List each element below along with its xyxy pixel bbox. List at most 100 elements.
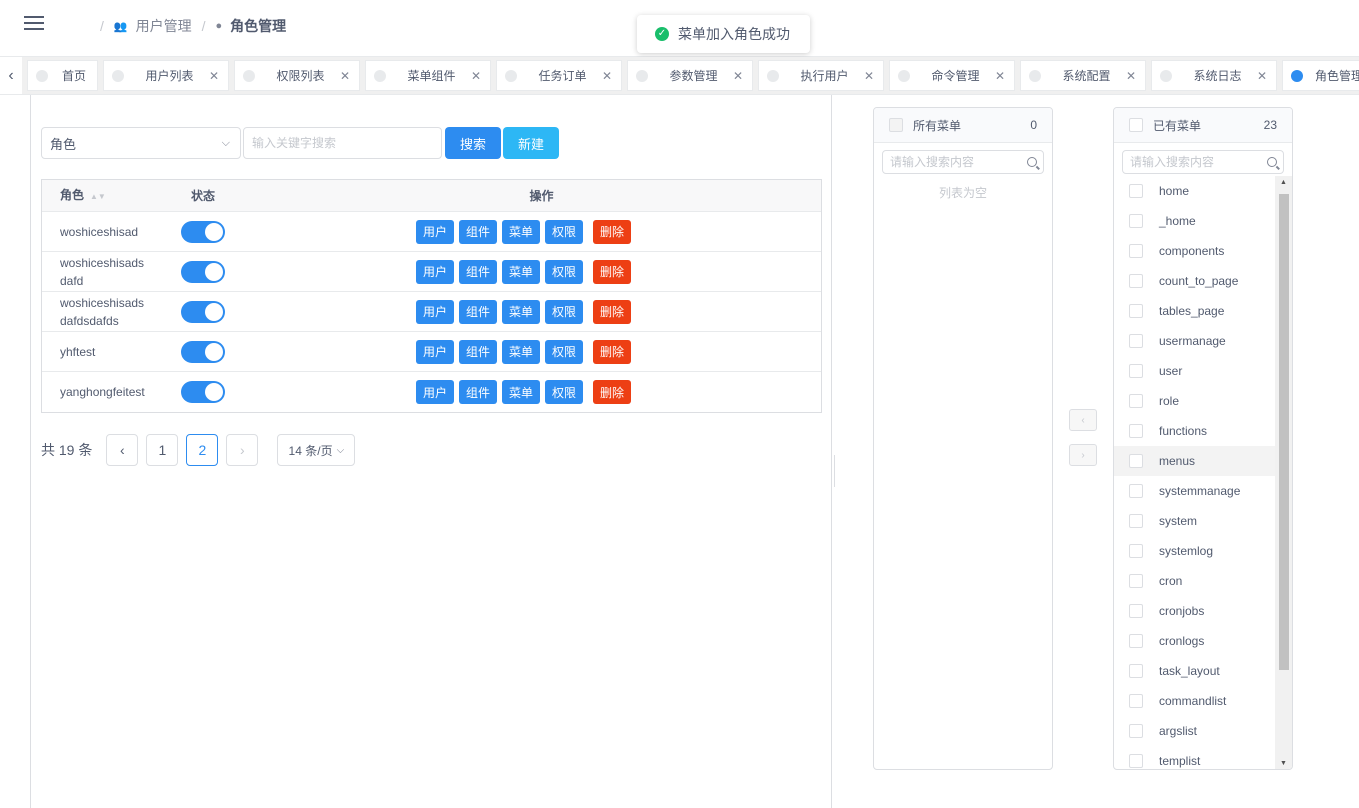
user-button[interactable]: 用户	[415, 259, 454, 284]
tab-commands[interactable]: 命令管理 ✕	[889, 60, 1015, 91]
item-checkbox[interactable]	[1129, 754, 1143, 768]
tab-system-config[interactable]: 系统配置 ✕	[1020, 60, 1146, 91]
page-1-button[interactable]: 1	[146, 434, 179, 466]
component-button[interactable]: 组件	[458, 380, 497, 404]
user-button[interactable]: 用户	[415, 299, 454, 324]
tab-user-list[interactable]: 用户列表 ✕	[103, 60, 229, 91]
item-checkbox[interactable]	[1129, 394, 1143, 408]
list-item[interactable]: systemmanage	[1114, 476, 1276, 506]
sort-icon[interactable]: ▲▼	[90, 192, 106, 201]
list-item[interactable]: commandlist	[1114, 686, 1276, 716]
permission-button[interactable]: 权限	[545, 219, 584, 244]
menu-button[interactable]: 菜单	[501, 259, 540, 284]
tabs-scroll-left-icon[interactable]: ‹	[0, 57, 22, 94]
tab-task-orders[interactable]: 任务订单 ✕	[496, 60, 622, 91]
item-checkbox[interactable]	[1129, 214, 1143, 228]
list-item[interactable]: count_to_page	[1114, 266, 1276, 296]
list-item[interactable]: user	[1114, 356, 1276, 386]
menu-button[interactable]: 菜单	[501, 219, 540, 244]
status-toggle[interactable]	[181, 260, 225, 283]
tab-exec-users[interactable]: 执行用户 ✕	[758, 60, 884, 91]
list-item[interactable]: cronjobs	[1114, 596, 1276, 626]
search-field-select[interactable]: 角色 ⌵	[41, 127, 241, 159]
component-button[interactable]: 组件	[458, 259, 497, 284]
scroll-up-icon[interactable]: ▲	[1275, 176, 1292, 190]
target-search-input[interactable]	[1130, 155, 1267, 169]
delete-button[interactable]: 删除	[593, 299, 632, 324]
item-checkbox[interactable]	[1129, 274, 1143, 288]
close-icon[interactable]: ✕	[340, 69, 350, 83]
user-button[interactable]: 用户	[415, 380, 454, 404]
tab-menu-components[interactable]: 菜单组件 ✕	[365, 60, 491, 91]
list-item[interactable]: templist	[1114, 746, 1276, 769]
item-checkbox[interactable]	[1129, 574, 1143, 588]
tab-permission-list[interactable]: 权限列表 ✕	[234, 60, 360, 91]
user-button[interactable]: 用户	[415, 219, 454, 244]
list-item[interactable]: menus	[1114, 446, 1276, 476]
list-item[interactable]: home	[1114, 176, 1276, 206]
breadcrumb-item-user-management[interactable]: 👥 用户管理	[114, 16, 192, 36]
scroll-down-icon[interactable]: ▼	[1275, 757, 1292, 769]
select-all-checkbox[interactable]	[1129, 118, 1143, 132]
status-toggle[interactable]	[181, 340, 225, 363]
list-item[interactable]: functions	[1114, 416, 1276, 446]
new-button[interactable]: 新建	[503, 127, 559, 159]
list-item[interactable]: components	[1114, 236, 1276, 266]
close-icon[interactable]: ✕	[733, 69, 743, 83]
page-2-button[interactable]: 2	[186, 434, 219, 466]
item-checkbox[interactable]	[1129, 694, 1143, 708]
list-item[interactable]: _home	[1114, 206, 1276, 236]
close-icon[interactable]: ✕	[209, 69, 219, 83]
page-size-select[interactable]: 14 条/页 ⌵	[277, 434, 356, 466]
close-icon[interactable]: ✕	[995, 69, 1005, 83]
item-checkbox[interactable]	[1129, 454, 1143, 468]
prev-page-button[interactable]: ‹	[106, 434, 139, 466]
move-left-button[interactable]: ‹	[1069, 409, 1097, 431]
component-button[interactable]: 组件	[458, 219, 497, 244]
permission-button[interactable]: 权限	[545, 380, 584, 404]
item-checkbox[interactable]	[1129, 364, 1143, 378]
source-search-input[interactable]	[890, 155, 1027, 169]
tab-home[interactable]: 首页	[27, 60, 98, 91]
close-icon[interactable]: ✕	[471, 69, 481, 83]
menu-button[interactable]: 菜单	[501, 299, 540, 324]
user-button[interactable]: 用户	[415, 339, 454, 364]
scrollbar-thumb[interactable]	[1279, 194, 1289, 670]
tab-system-log[interactable]: 系统日志 ✕	[1151, 60, 1277, 91]
next-page-button[interactable]: ›	[226, 434, 259, 466]
status-toggle[interactable]	[181, 300, 225, 323]
item-checkbox[interactable]	[1129, 664, 1143, 678]
item-checkbox[interactable]	[1129, 304, 1143, 318]
component-button[interactable]: 组件	[458, 299, 497, 324]
list-item[interactable]: cronlogs	[1114, 626, 1276, 656]
status-toggle[interactable]	[181, 381, 225, 403]
item-checkbox[interactable]	[1129, 484, 1143, 498]
list-item[interactable]: cron	[1114, 566, 1276, 596]
item-checkbox[interactable]	[1129, 544, 1143, 558]
close-icon[interactable]: ✕	[864, 69, 874, 83]
keyword-search-input[interactable]	[243, 127, 442, 159]
select-all-checkbox[interactable]	[889, 118, 903, 132]
list-item[interactable]: argslist	[1114, 716, 1276, 746]
move-right-button[interactable]: ›	[1069, 444, 1097, 466]
delete-button[interactable]: 删除	[593, 259, 632, 284]
list-item[interactable]: task_layout	[1114, 656, 1276, 686]
tab-role-management[interactable]: 角色管理	[1282, 60, 1359, 91]
close-icon[interactable]: ✕	[1257, 69, 1267, 83]
delete-button[interactable]: 删除	[593, 219, 632, 244]
list-item[interactable]: tables_page	[1114, 296, 1276, 326]
menu-button[interactable]: 菜单	[501, 339, 540, 364]
item-checkbox[interactable]	[1129, 334, 1143, 348]
item-checkbox[interactable]	[1129, 424, 1143, 438]
permission-button[interactable]: 权限	[545, 299, 584, 324]
list-scrollbar[interactable]: ▲ ▼	[1275, 176, 1292, 769]
permission-button[interactable]: 权限	[545, 259, 584, 284]
menu-toggle-icon[interactable]	[24, 16, 44, 32]
close-icon[interactable]: ✕	[1126, 69, 1136, 83]
item-checkbox[interactable]	[1129, 724, 1143, 738]
component-button[interactable]: 组件	[458, 339, 497, 364]
item-checkbox[interactable]	[1129, 514, 1143, 528]
item-checkbox[interactable]	[1129, 184, 1143, 198]
column-header-role[interactable]: 角色 ▲▼	[42, 186, 172, 206]
item-checkbox[interactable]	[1129, 604, 1143, 618]
